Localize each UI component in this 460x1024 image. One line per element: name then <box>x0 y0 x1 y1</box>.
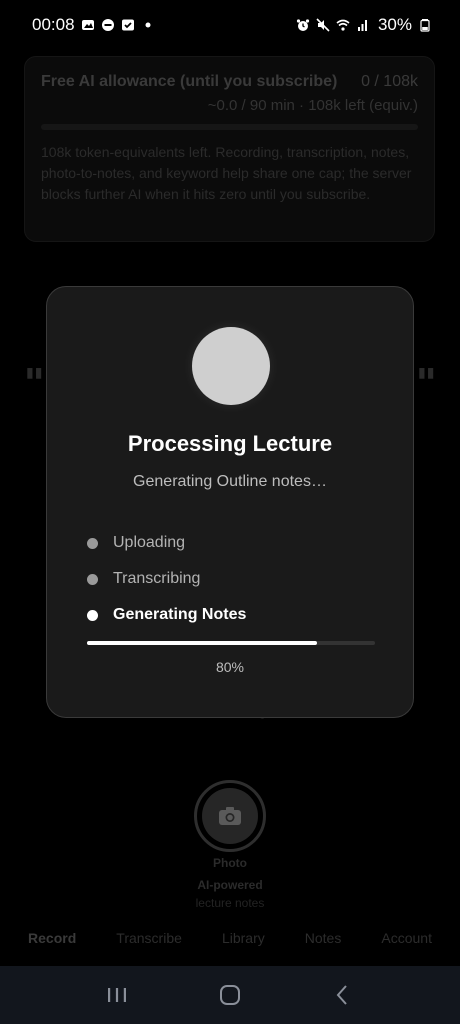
status-bar: 00:08 30% <box>0 0 460 50</box>
tab-notes[interactable]: Notes <box>305 930 342 946</box>
camera-icon <box>202 788 258 844</box>
lecture-notes-label: lecture notes <box>195 896 265 910</box>
recent-apps-icon[interactable] <box>97 975 137 1015</box>
progress-percent: 80% <box>215 659 245 675</box>
ai-powered-label: AI-powered <box>197 878 263 892</box>
alarm-icon <box>296 18 310 32</box>
step-label: Uploading <box>113 534 186 551</box>
photo-button[interactable] <box>194 780 266 852</box>
step-generating-notes: Generating Notes <box>87 597 246 633</box>
tab-transcribe[interactable]: Transcribe <box>116 930 182 946</box>
battery-icon <box>418 18 432 32</box>
step-uploading: Uploading <box>87 525 246 561</box>
waveform-right-icon: ▮▮ <box>418 364 436 380</box>
tab-record[interactable]: Record <box>28 930 76 946</box>
image-icon <box>81 18 95 32</box>
allowance-progress-bar <box>41 124 418 130</box>
do-not-disturb-icon <box>101 18 115 32</box>
back-icon[interactable] <box>323 975 363 1015</box>
processing-modal: Processing Lecture Generating Outline no… <box>46 286 414 718</box>
modal-title: Processing Lecture <box>127 431 333 456</box>
tab-library[interactable]: Library <box>222 930 265 946</box>
step-label: Generating Notes <box>113 606 247 623</box>
processing-indicator-icon <box>192 327 270 405</box>
status-time: 00:08 <box>32 15 75 34</box>
modal-subtitle: Generating Outline notes… <box>133 473 327 490</box>
status-right: 30% <box>296 15 432 35</box>
tab-account[interactable]: Account <box>381 930 432 946</box>
status-left: 00:08 <box>32 15 155 35</box>
progress-bar <box>87 641 375 645</box>
allowance-title: Free AI allowance (until you subscribe) <box>41 73 338 90</box>
allowance-card: Free AI allowance (until you subscribe) … <box>24 56 435 242</box>
step-dot-icon <box>87 573 98 585</box>
photo-label: Photo <box>213 856 247 870</box>
step-label: Transcribing <box>113 570 201 587</box>
mute-icon <box>316 18 330 32</box>
bottom-tab-bar: Record Transcribe Library Notes Account <box>0 924 460 952</box>
step-dot-icon <box>87 609 98 621</box>
signal-icon <box>356 18 370 32</box>
allowance-description: 108k token-equivalents left. Recording, … <box>41 144 412 202</box>
processing-steps: Uploading Transcribing Generating Notes <box>87 525 246 633</box>
task-check-icon <box>121 18 135 32</box>
step-dot-icon <box>87 537 98 549</box>
allowance-subtext: ~0.0 / 90 min · 108k left (equiv.) <box>207 97 418 114</box>
home-icon[interactable] <box>210 975 250 1015</box>
step-transcribing: Transcribing <box>87 561 246 597</box>
progress-bar-fill <box>87 641 318 645</box>
dot-icon <box>141 18 155 32</box>
battery-percent: 30% <box>377 15 412 34</box>
wifi-icon <box>336 18 350 32</box>
waveform-left-icon: ▮▮ <box>26 364 44 380</box>
allowance-header: Free AI allowance (until you subscribe) … <box>41 73 418 91</box>
system-navigation-bar <box>0 966 460 1024</box>
allowance-count: 0 / 108k <box>361 73 418 90</box>
app-screen: 00:08 30% Free AI allowance (until you s… <box>0 0 460 1024</box>
